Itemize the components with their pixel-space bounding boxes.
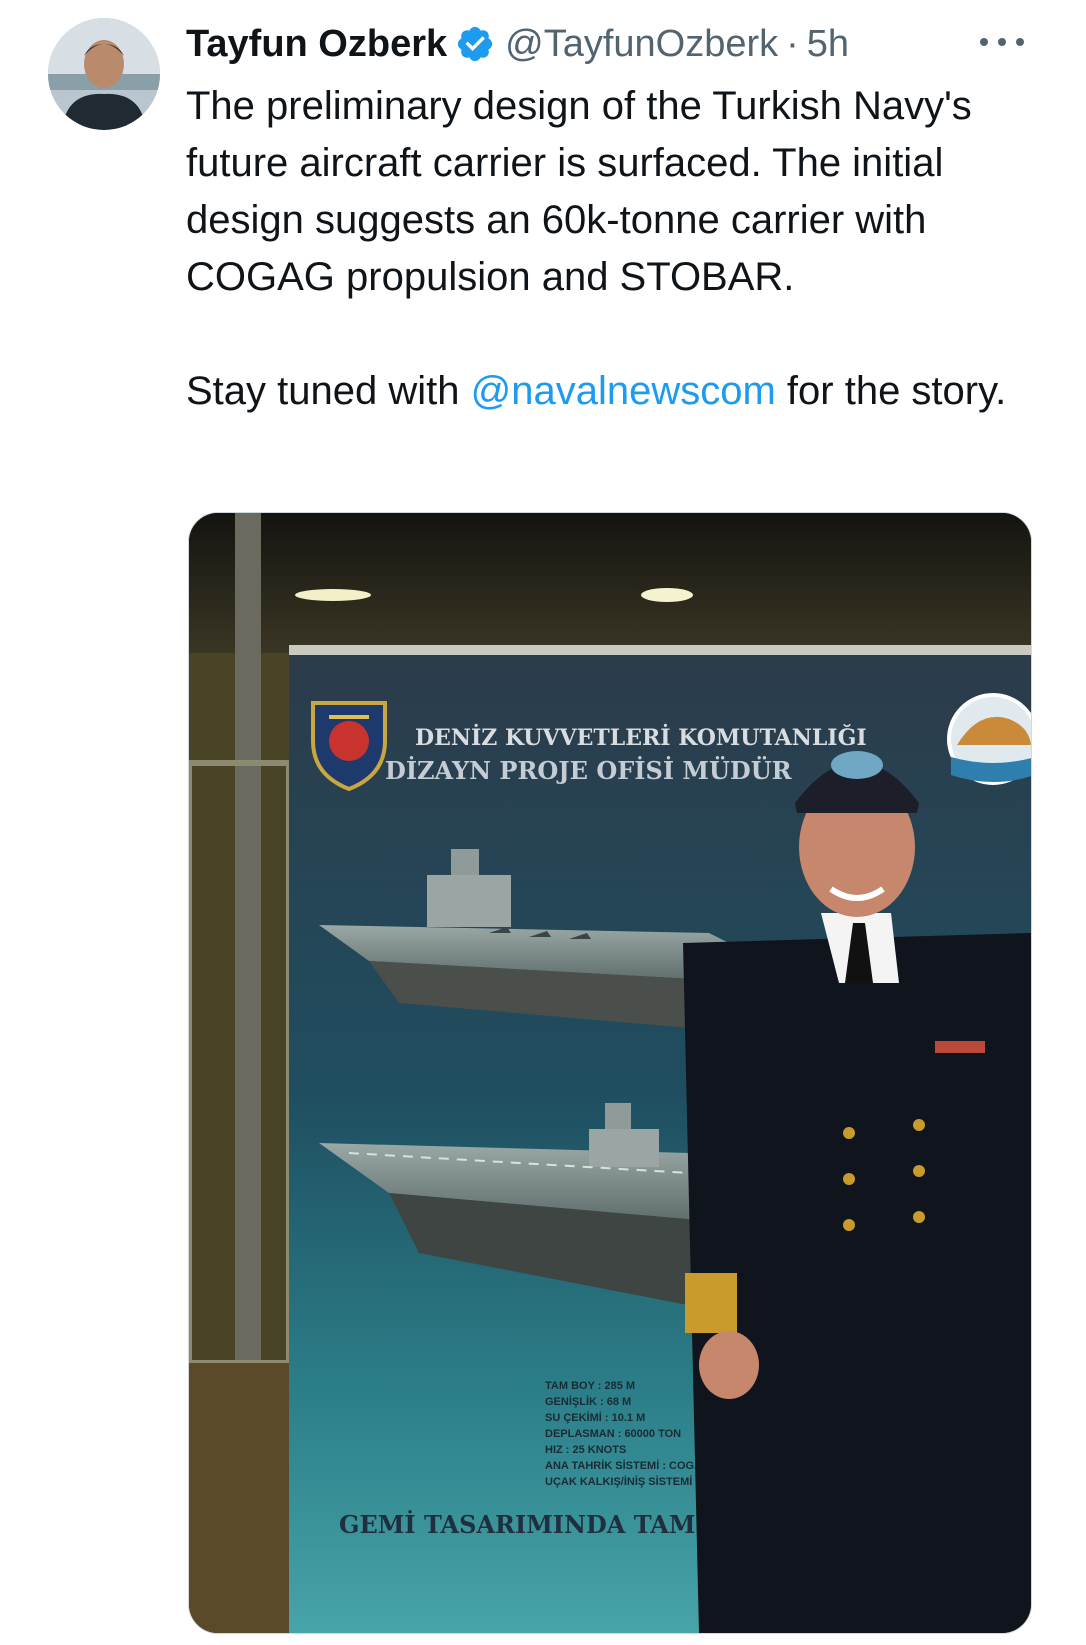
tweet-paragraph-2: Stay tuned with @navalnewscom for the st… [186,363,1036,420]
spec-line: HIZ : 25 KNOTS [545,1444,626,1456]
spec-line: TAM BOY : 285 M [545,1380,635,1392]
profile-avatar-icon [48,18,160,130]
author-handle[interactable]: @TayfunOzberk [505,23,778,66]
verified-badge-icon[interactable] [455,24,495,64]
more-dot-icon [998,38,1006,46]
spec-line: DEPLASMAN : 60000 TON [545,1428,681,1440]
photo-scene: DENİZ KUVVETLERİ KOMUTANLIĞI DİZAYN PROJ… [189,513,1031,1633]
tweet: Tayfun Ozberk @TayfunOzberk · 5h The pre… [0,0,1086,1645]
tweet-text: The preliminary design of the Turkish Na… [186,78,1036,420]
tweet-text-suffix: for the story. [775,369,1007,413]
spec-line: GENİŞLİK : 68 M [545,1395,631,1408]
project-logo-icon [947,693,1031,785]
spec-line: ANA TAHRİK SİSTEMİ : COGAG [545,1459,711,1472]
more-dot-icon [980,38,988,46]
poster-heading-line-1: DENİZ KUVVETLERİ KOMUTANLIĞI [415,723,867,751]
more-dot-icon [1016,38,1024,46]
mention-link[interactable]: @navalnewscom [471,369,776,413]
separator-dot: · [786,22,799,65]
timestamp[interactable]: 5h [807,23,849,66]
poster-footer-text: GEMİ TASARIMINDA TAM V [339,1510,723,1539]
poster-heading-line-2: DİZAYN PROJE OFİSİ MÜDÜR [385,756,793,785]
tweet-media-photo[interactable]: DENİZ KUVVETLERİ KOMUTANLIĞI DİZAYN PROJ… [188,512,1032,1634]
more-options-button[interactable] [980,22,1024,62]
spec-line: SU ÇEKİMİ : 10.1 M [545,1411,645,1424]
tweet-header: Tayfun Ozberk @TayfunOzberk · 5h [186,16,1046,72]
author-name[interactable]: Tayfun Ozberk [186,23,447,66]
tweet-paragraph-1: The preliminary design of the Turkish Na… [186,84,972,299]
tweet-text-prefix: Stay tuned with [186,369,471,413]
author-avatar[interactable] [48,18,160,130]
